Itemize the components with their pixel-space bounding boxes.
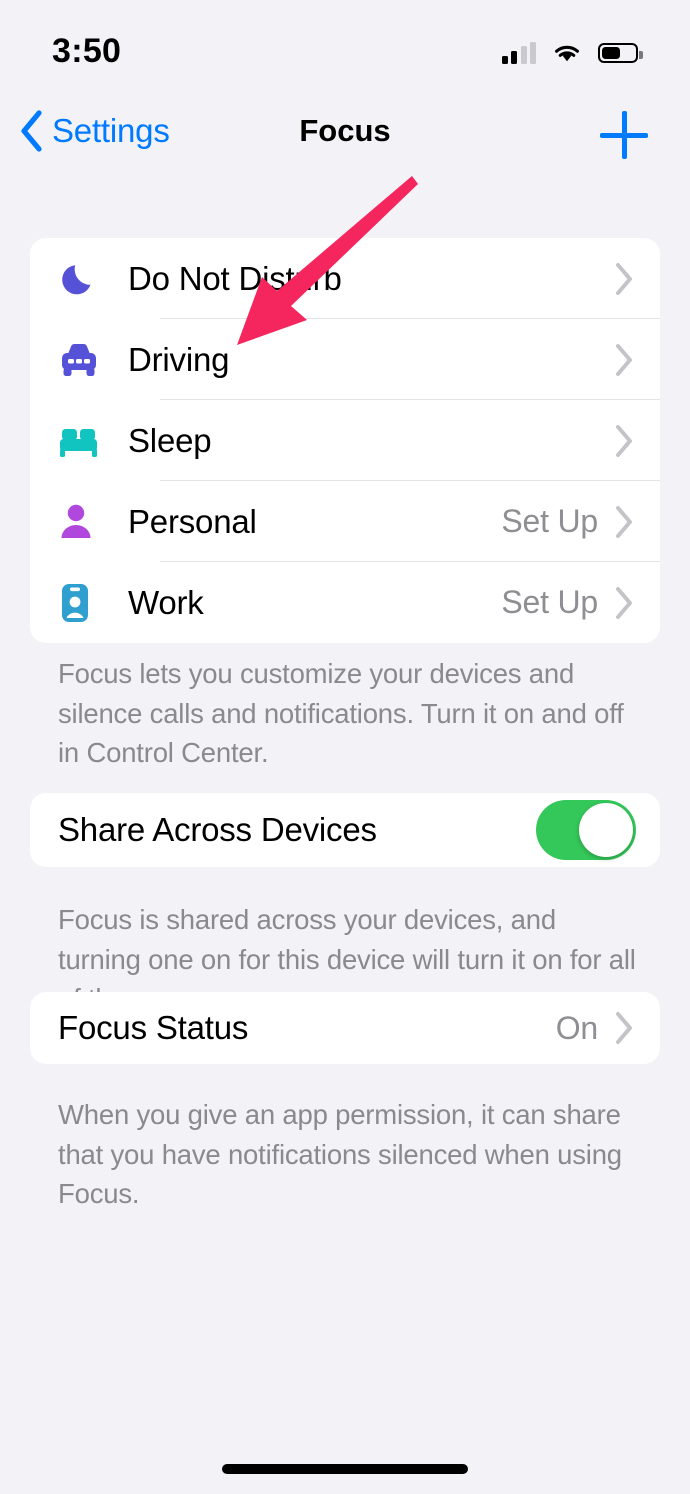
focus-status-card: Focus Status On (30, 992, 660, 1064)
home-indicator (222, 1464, 468, 1474)
list-item-value: Set Up (501, 584, 598, 620)
list-item-label: Sleep (128, 421, 212, 459)
chevron-right-icon (616, 424, 632, 457)
list-item-do-not-disturb[interactable]: Do Not Disturb (30, 238, 660, 319)
share-across-devices-card: Share Across Devices (30, 793, 660, 867)
list-item-label: Work (128, 583, 204, 621)
navigation-bar: Settings Focus (0, 103, 690, 165)
focus-list-card: Do Not Disturb Driving Sleep Personal Se… (30, 238, 660, 643)
bed-icon (56, 419, 128, 463)
chevron-right-icon (616, 343, 632, 376)
share-across-devices-label: Share Across Devices (58, 811, 377, 848)
wifi-icon (555, 45, 579, 61)
id-badge-icon (56, 580, 128, 626)
status-bar: 3:50 (0, 0, 690, 95)
iphone-screen: 3:50 Settings Focus Do Not Disturb Drivi… (0, 0, 690, 1494)
focus-status-value: On (555, 1009, 598, 1046)
plus-icon[interactable] (600, 111, 648, 159)
row-share-across-devices[interactable]: Share Across Devices (30, 793, 660, 867)
list-item-sleep[interactable]: Sleep (30, 400, 660, 481)
list-item-driving[interactable]: Driving (30, 319, 660, 400)
moon-icon (56, 257, 128, 301)
focus-list-footer: Focus lets you customize your devices an… (58, 658, 624, 769)
status-bar-time: 3:50 (52, 32, 122, 70)
chevron-right-icon (616, 262, 632, 295)
battery-icon (598, 42, 643, 63)
share-across-devices-toggle[interactable] (536, 800, 636, 860)
list-item-personal[interactable]: Personal Set Up (30, 481, 660, 562)
toggle-knob (579, 803, 633, 857)
row-focus-status[interactable]: Focus Status On (30, 992, 660, 1064)
status-bar-indicators (501, 41, 643, 64)
person-icon (56, 500, 128, 544)
chevron-right-icon (616, 1012, 632, 1044)
chevron-right-icon (616, 505, 632, 538)
focus-status-footer: When you give an app permission, it can … (58, 1099, 622, 1210)
focus-status-label: Focus Status (58, 1009, 249, 1046)
page-title: Focus (299, 113, 391, 148)
list-item-label: Personal (128, 502, 257, 540)
chevron-right-icon (616, 586, 632, 619)
list-item-work[interactable]: Work Set Up (30, 562, 660, 643)
car-icon (56, 338, 128, 382)
list-item-label: Do Not Disturb (128, 259, 342, 297)
cellular-signal-icon (501, 41, 536, 64)
list-item-value: Set Up (501, 503, 598, 539)
list-item-label: Driving (128, 340, 230, 378)
